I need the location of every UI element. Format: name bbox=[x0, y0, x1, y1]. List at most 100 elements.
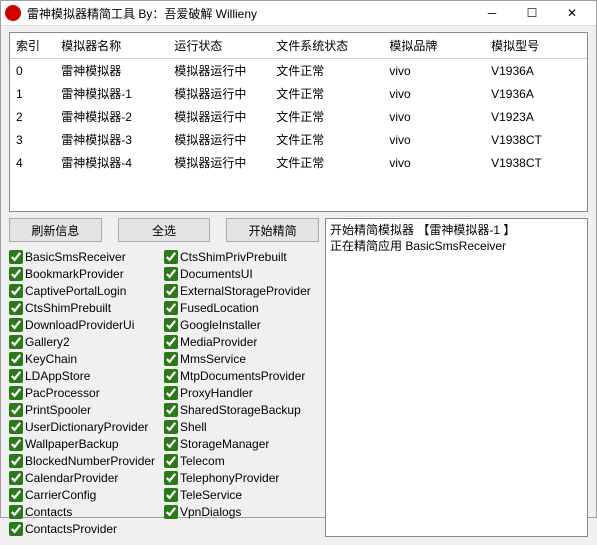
check-item: ContactsProvider bbox=[9, 520, 164, 537]
package-checkbox[interactable] bbox=[164, 403, 178, 417]
package-checkbox[interactable] bbox=[164, 471, 178, 485]
table-row[interactable]: 0雷神模拟器模拟器运行中文件正常vivoV1936A bbox=[10, 59, 587, 83]
content-area: 索引模拟器名称运行状态文件系统状态模拟品牌模拟型号 0雷神模拟器模拟器运行中文件… bbox=[1, 26, 596, 545]
check-item: Shell bbox=[164, 418, 319, 435]
package-label: DownloadProviderUi bbox=[25, 318, 134, 332]
table-cell: V1936A bbox=[485, 82, 587, 105]
start-button[interactable]: 开始精简 bbox=[226, 218, 319, 242]
check-item: VpnDialogs bbox=[164, 503, 319, 520]
table-row[interactable]: 4雷神模拟器-4模拟器运行中文件正常vivoV1938CT bbox=[10, 151, 587, 174]
package-checkbox[interactable] bbox=[164, 369, 178, 383]
check-item: MtpDocumentsProvider bbox=[164, 367, 319, 384]
package-label: BasicSmsReceiver bbox=[25, 250, 126, 264]
table-cell: V1938CT bbox=[485, 151, 587, 174]
package-checkbox[interactable] bbox=[9, 369, 23, 383]
package-checkbox[interactable] bbox=[9, 505, 23, 519]
package-checkbox[interactable] bbox=[164, 505, 178, 519]
check-item: PacProcessor bbox=[9, 384, 164, 401]
package-label: ContactsProvider bbox=[25, 522, 117, 536]
table-row[interactable]: 3雷神模拟器-3模拟器运行中文件正常vivoV1938CT bbox=[10, 128, 587, 151]
package-checkbox[interactable] bbox=[164, 250, 178, 264]
column-header[interactable]: 模拟型号 bbox=[485, 33, 587, 59]
package-label: Gallery2 bbox=[25, 335, 70, 349]
window-title: 雷神模拟器精简工具 By：吾爱破解 Willieny bbox=[27, 5, 472, 22]
package-checkbox[interactable] bbox=[164, 437, 178, 451]
table-cell: 文件正常 bbox=[270, 105, 383, 128]
close-button[interactable]: ✕ bbox=[552, 1, 592, 25]
package-label: MediaProvider bbox=[180, 335, 257, 349]
column-header[interactable]: 索引 bbox=[10, 33, 55, 59]
table-cell: 文件正常 bbox=[270, 59, 383, 83]
package-checkbox[interactable] bbox=[9, 522, 23, 536]
table-cell: V1938CT bbox=[485, 128, 587, 151]
package-checkbox[interactable] bbox=[9, 471, 23, 485]
check-item: CtsShimPrebuilt bbox=[9, 299, 164, 316]
check-item: SharedStorageBackup bbox=[164, 401, 319, 418]
check-item: WallpaperBackup bbox=[9, 435, 164, 452]
package-checkbox[interactable] bbox=[164, 318, 178, 332]
table-cell: 模拟器运行中 bbox=[168, 128, 270, 151]
table-cell: 模拟器运行中 bbox=[168, 105, 270, 128]
check-item: Contacts bbox=[9, 503, 164, 520]
package-label: MtpDocumentsProvider bbox=[180, 369, 305, 383]
package-checkbox[interactable] bbox=[164, 301, 178, 315]
package-checkbox[interactable] bbox=[9, 437, 23, 451]
table-cell: 雷神模拟器-3 bbox=[55, 128, 168, 151]
titlebar: 雷神模拟器精简工具 By：吾爱破解 Willieny ─ ☐ ✕ bbox=[1, 1, 596, 26]
check-item: CalendarProvider bbox=[9, 469, 164, 486]
package-checkbox[interactable] bbox=[9, 267, 23, 281]
table-row[interactable]: 1雷神模拟器-1模拟器运行中文件正常vivoV1936A bbox=[10, 82, 587, 105]
package-label: BlockedNumberProvider bbox=[25, 454, 155, 468]
selectall-button[interactable]: 全选 bbox=[118, 218, 211, 242]
package-checkbox[interactable] bbox=[9, 488, 23, 502]
table-cell: vivo bbox=[383, 59, 485, 83]
maximize-button[interactable]: ☐ bbox=[512, 1, 552, 25]
package-checkbox[interactable] bbox=[9, 301, 23, 315]
package-checkbox[interactable] bbox=[164, 352, 178, 366]
minimize-button[interactable]: ─ bbox=[472, 1, 512, 25]
column-header[interactable]: 模拟器名称 bbox=[55, 33, 168, 59]
check-item: TeleService bbox=[164, 486, 319, 503]
check-item: StorageManager bbox=[164, 435, 319, 452]
package-label: MmsService bbox=[180, 352, 246, 366]
package-label: PrintSpooler bbox=[25, 403, 91, 417]
package-checkbox[interactable] bbox=[9, 284, 23, 298]
package-checkbox[interactable] bbox=[164, 488, 178, 502]
refresh-button[interactable]: 刷新信息 bbox=[9, 218, 102, 242]
left-panel: 刷新信息 全选 开始精简 BasicSmsReceiver BookmarkPro… bbox=[9, 218, 319, 537]
package-label: CtsShimPrebuilt bbox=[25, 301, 111, 315]
package-label: BookmarkProvider bbox=[25, 267, 124, 281]
package-checkbox[interactable] bbox=[164, 284, 178, 298]
package-checkbox[interactable] bbox=[9, 250, 23, 264]
check-item: CarrierConfig bbox=[9, 486, 164, 503]
package-checkbox[interactable] bbox=[164, 267, 178, 281]
app-window: 雷神模拟器精简工具 By：吾爱破解 Willieny ─ ☐ ✕ 索引模拟器名称… bbox=[0, 0, 597, 518]
package-checkbox[interactable] bbox=[164, 386, 178, 400]
column-header[interactable]: 运行状态 bbox=[168, 33, 270, 59]
package-label: LDAppStore bbox=[25, 369, 90, 383]
package-label: WallpaperBackup bbox=[25, 437, 119, 451]
emulator-table[interactable]: 索引模拟器名称运行状态文件系统状态模拟品牌模拟型号 0雷神模拟器模拟器运行中文件… bbox=[9, 32, 588, 212]
table-cell: 模拟器运行中 bbox=[168, 59, 270, 83]
package-label: ProxyHandler bbox=[180, 386, 253, 400]
package-checkbox[interactable] bbox=[9, 403, 23, 417]
table-cell: 模拟器运行中 bbox=[168, 82, 270, 105]
package-checkbox[interactable] bbox=[9, 420, 23, 434]
package-checkbox[interactable] bbox=[9, 352, 23, 366]
package-checkbox[interactable] bbox=[164, 420, 178, 434]
package-label: Contacts bbox=[25, 505, 72, 519]
log-output[interactable]: 开始精简模拟器 【雷神模拟器-1 】 正在精简应用 BasicSmsReceiv… bbox=[325, 218, 588, 537]
package-checkbox[interactable] bbox=[9, 454, 23, 468]
package-checkbox[interactable] bbox=[9, 386, 23, 400]
package-checkbox[interactable] bbox=[164, 454, 178, 468]
package-checkbox[interactable] bbox=[164, 335, 178, 349]
check-item: UserDictionaryProvider bbox=[9, 418, 164, 435]
package-checkbox[interactable] bbox=[9, 318, 23, 332]
check-item: MediaProvider bbox=[164, 333, 319, 350]
table-cell: vivo bbox=[383, 151, 485, 174]
column-header[interactable]: 模拟品牌 bbox=[383, 33, 485, 59]
package-checkbox[interactable] bbox=[9, 335, 23, 349]
package-label: FusedLocation bbox=[180, 301, 259, 315]
table-row[interactable]: 2雷神模拟器-2模拟器运行中文件正常vivoV1923A bbox=[10, 105, 587, 128]
column-header[interactable]: 文件系统状态 bbox=[270, 33, 383, 59]
